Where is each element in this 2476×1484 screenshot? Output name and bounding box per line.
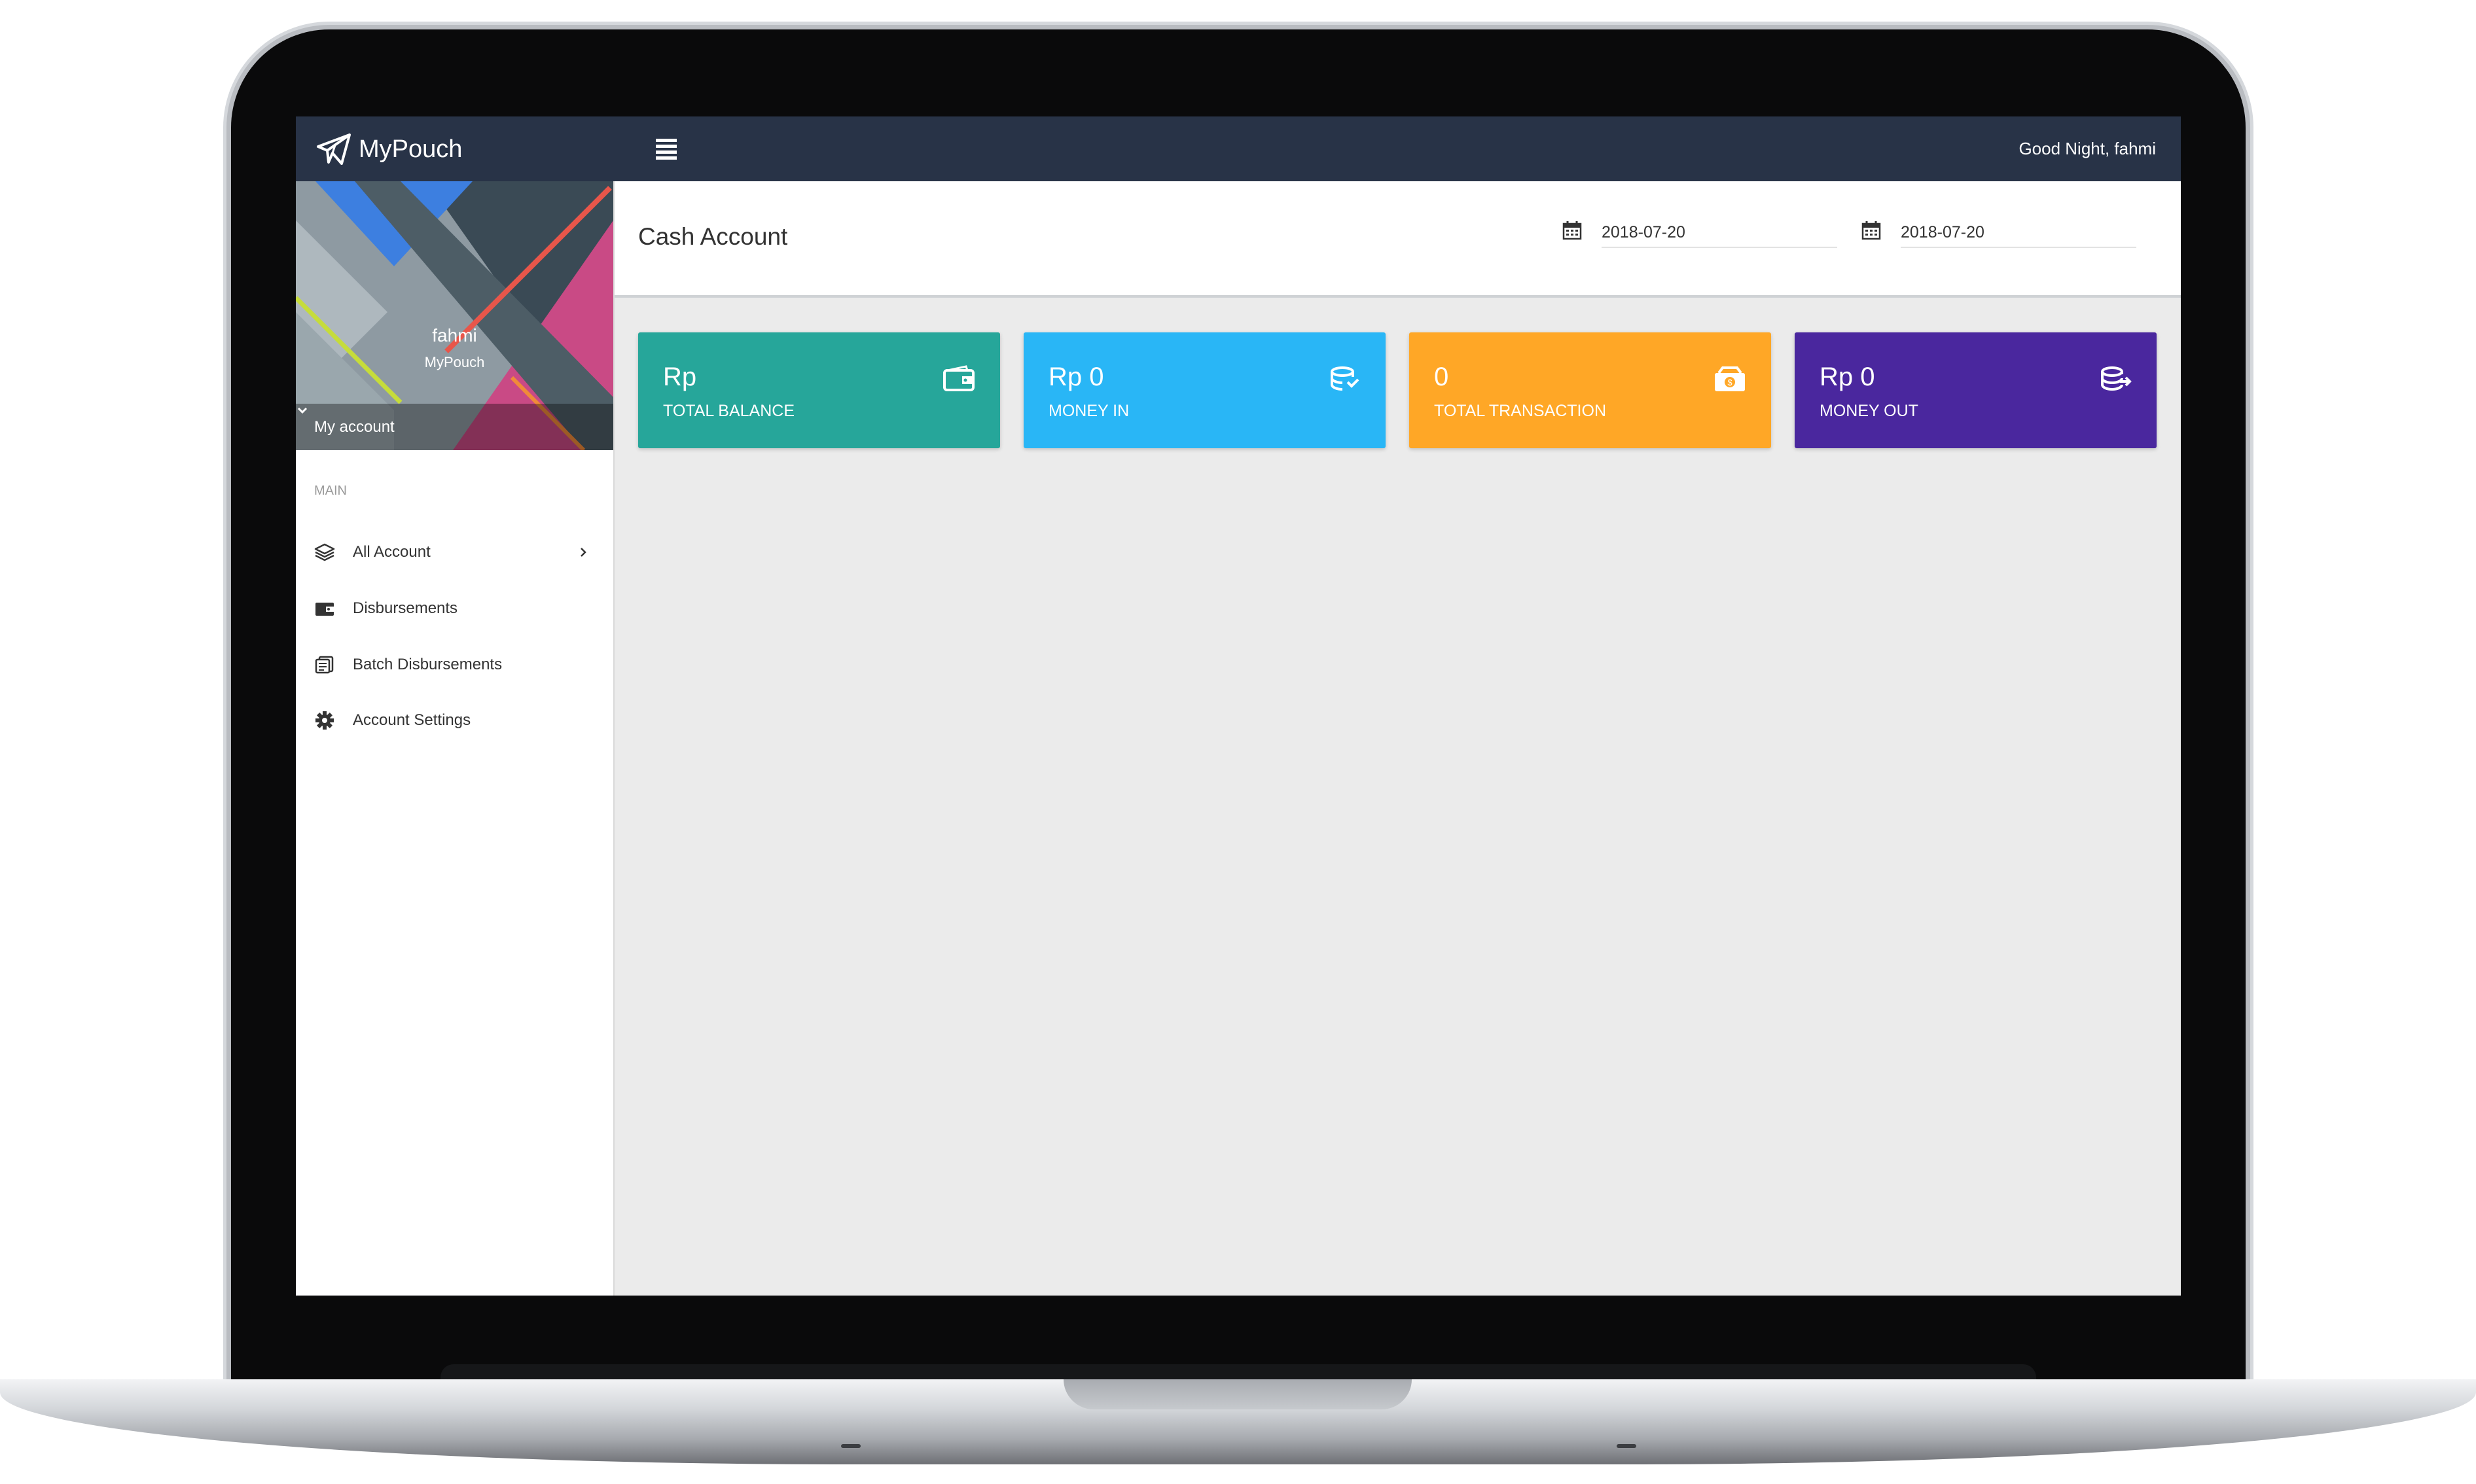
money-out-card[interactable]: Rp 0 MONEY OUT	[1795, 332, 2157, 448]
card-value: Rp 0	[1820, 362, 1875, 391]
svg-text:$: $	[1727, 378, 1732, 387]
money-in-card[interactable]: Rp 0 MONEY IN	[1024, 332, 1386, 448]
total-transaction-card[interactable]: 0 TOTAL TRANSACTION $	[1409, 332, 1771, 448]
profile-card: fahmi MyPouch My account	[296, 181, 613, 450]
my-account-label: My account	[314, 418, 395, 436]
chevron-down-icon	[297, 407, 308, 414]
profile-name: fahmi	[432, 325, 477, 345]
sidebar-item-label: Batch Disbursements	[353, 656, 503, 673]
date-to-input[interactable]	[1901, 218, 2136, 248]
total-balance-card[interactable]: Rp TOTAL BALANCE	[638, 332, 1000, 448]
laptop-notch	[1064, 1379, 1412, 1409]
laptop-foot	[841, 1444, 861, 1448]
calendar-icon[interactable]	[1861, 221, 1881, 240]
cash-icon: $	[1715, 366, 1745, 391]
wallet-icon	[943, 365, 975, 391]
page-title: Cash Account	[638, 223, 788, 250]
date-to-field	[1861, 218, 2149, 261]
brand[interactable]: MyPouch	[315, 132, 462, 166]
sidebar-item-batch-disbursements[interactable]: Batch Disbursements	[296, 642, 613, 688]
wallet-icon	[315, 603, 334, 616]
card-label: MONEY IN	[1049, 402, 1130, 420]
page-header: Cash Account	[615, 181, 2181, 298]
sidebar-item-account-settings[interactable]: Account Settings	[296, 698, 613, 743]
receipts-icon	[315, 656, 334, 674]
card-value: 0	[1434, 362, 1449, 391]
sidebar-item-label: Account Settings	[353, 711, 471, 729]
sidebar: fahmi MyPouch My account MAIN All Accoun…	[296, 181, 615, 1296]
paper-plane-logo-icon	[317, 133, 351, 165]
date-from-input[interactable]	[1602, 218, 1837, 248]
sidebar-item-label: All Account	[353, 543, 431, 561]
user-greeting[interactable]: Good Night, fahmi	[2018, 139, 2156, 159]
top-bar: MyPouch Good Night, fahmi	[296, 116, 2181, 181]
sidebar-item-all-account[interactable]: All Account	[296, 529, 613, 575]
app-screen: MyPouch Good Night, fahmi fahmi MyPouch …	[296, 116, 2181, 1296]
card-label: MONEY OUT	[1820, 402, 1918, 420]
menu-toggle-icon[interactable]	[656, 139, 677, 160]
gear-icon	[315, 711, 334, 730]
layers-icon	[314, 543, 335, 561]
brand-name: MyPouch	[359, 135, 463, 163]
card-value: Rp 0	[1049, 362, 1104, 391]
coins-in-icon	[1331, 366, 1359, 391]
my-account-dropdown[interactable]: My account	[296, 404, 613, 450]
chevron-right-icon	[581, 548, 586, 557]
sidebar-section-header: MAIN	[314, 484, 347, 498]
profile-organization: MyPouch	[424, 354, 485, 370]
date-from-field	[1562, 218, 1850, 261]
coins-out-icon	[2101, 366, 2132, 391]
laptop-foot	[1617, 1444, 1636, 1448]
card-label: TOTAL BALANCE	[663, 402, 795, 420]
card-value: Rp	[663, 362, 697, 391]
sidebar-item-disbursements[interactable]: Disbursements	[296, 586, 613, 631]
card-label: TOTAL TRANSACTION	[1434, 402, 1607, 420]
calendar-icon[interactable]	[1562, 221, 1582, 240]
sidebar-item-label: Disbursements	[353, 599, 458, 617]
